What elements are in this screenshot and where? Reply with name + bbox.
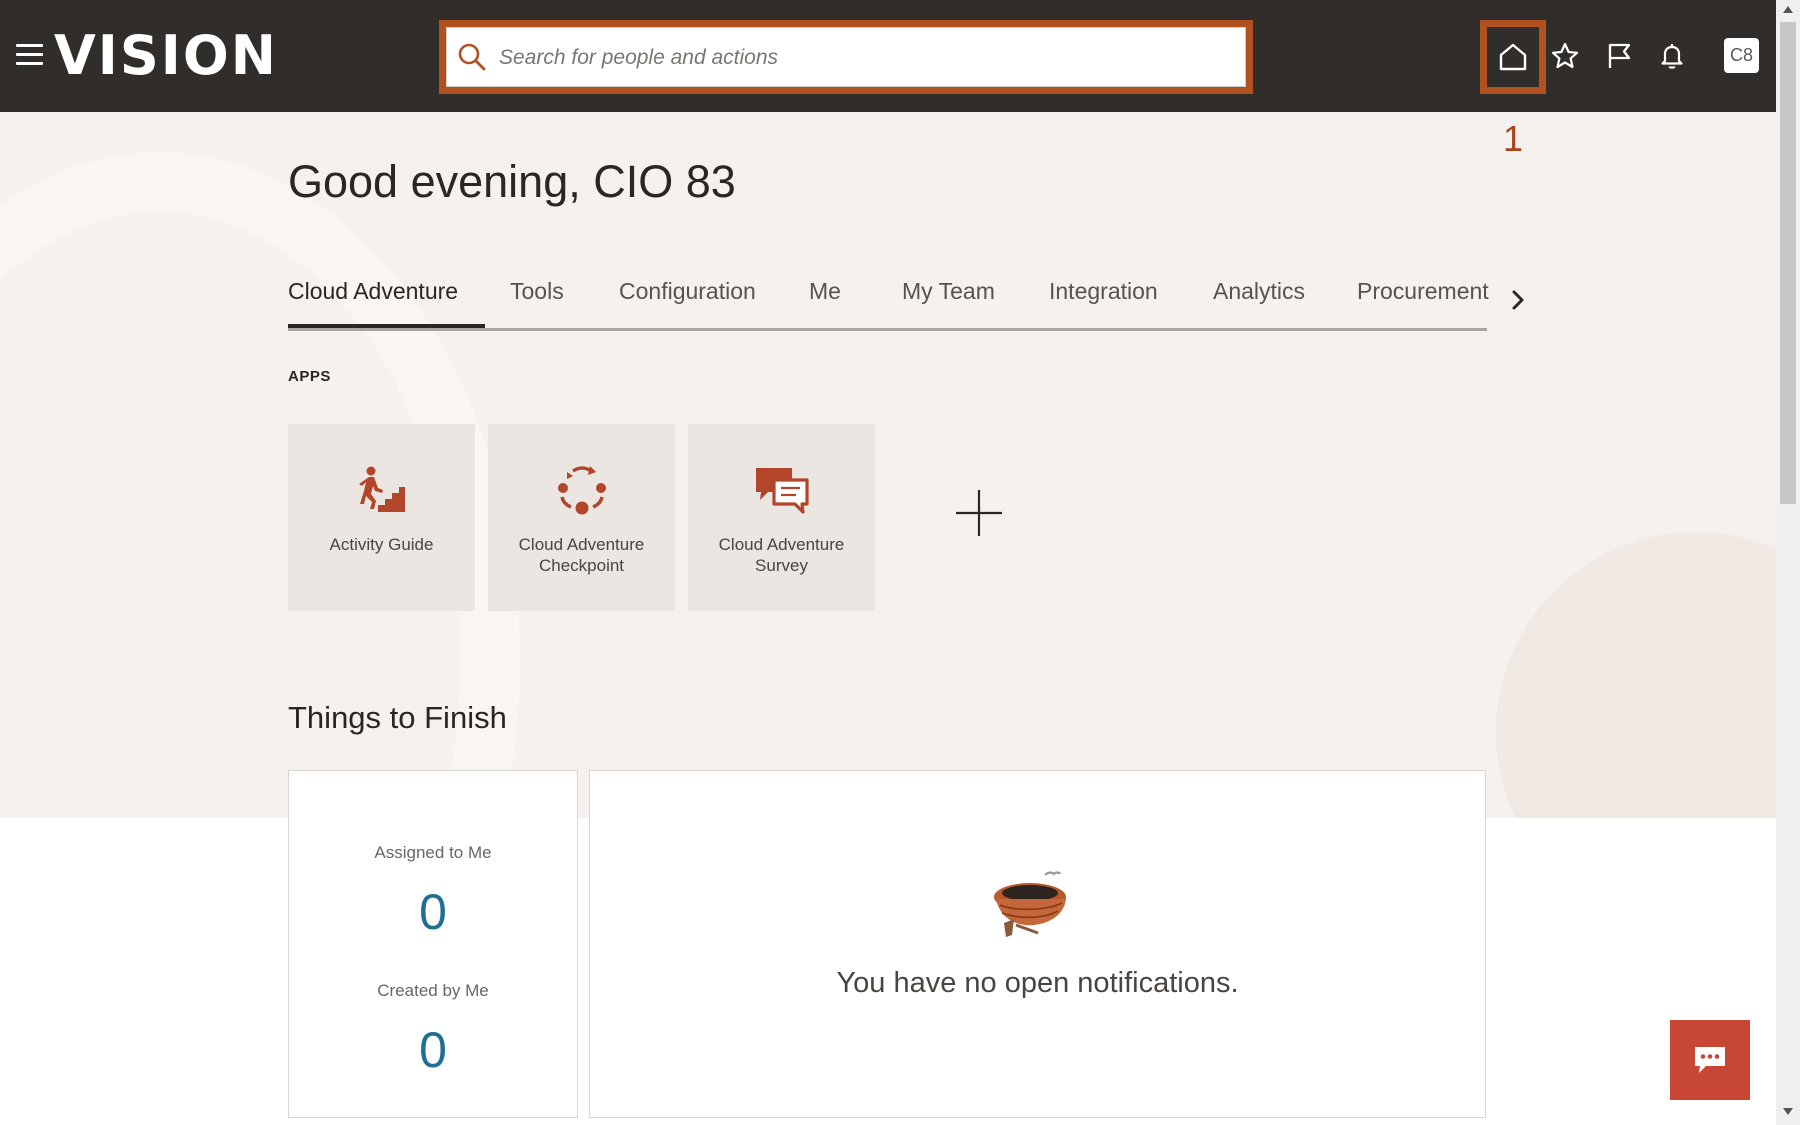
chat-icon: [1695, 1047, 1725, 1073]
top-bar: VISION C8: [0, 0, 1776, 112]
app-tile-cloud-adventure-survey[interactable]: Cloud Adventure Survey: [688, 424, 875, 611]
app-tile-cloud-adventure-checkpoint[interactable]: Cloud Adventure Checkpoint: [488, 424, 675, 611]
tab-me[interactable]: Me: [809, 278, 841, 305]
search-input[interactable]: [497, 28, 1241, 88]
search-box[interactable]: [446, 27, 1246, 88]
search-icon: [458, 43, 486, 71]
search-highlight-frame: [439, 20, 1253, 94]
tab-my-team[interactable]: My Team: [902, 278, 995, 305]
tab-analytics[interactable]: Analytics: [1213, 278, 1305, 305]
task-counts-card: Assigned to Me 0 Created by Me 0: [288, 770, 578, 1118]
tab-procurement[interactable]: Procurement: [1357, 278, 1489, 305]
plus-icon: [956, 490, 1002, 536]
home-button[interactable]: [1487, 27, 1539, 87]
active-tab-indicator: [288, 324, 485, 328]
user-avatar[interactable]: C8: [1724, 38, 1759, 73]
scroll-up-arrow-icon[interactable]: [1783, 6, 1793, 13]
tab-integration[interactable]: Integration: [1049, 278, 1158, 305]
empty-notifications-message: You have no open notifications.: [836, 967, 1239, 999]
stairs-walker-icon: [358, 466, 405, 512]
flag-icon: [1608, 43, 1631, 68]
chevron-right-icon: [1512, 290, 1524, 310]
app-tile-activity-guide[interactable]: Activity Guide: [288, 424, 475, 611]
star-icon: [1551, 42, 1579, 69]
app-label: Cloud Adventure Checkpoint: [518, 535, 645, 575]
vision-logo[interactable]: VISION: [54, 24, 278, 88]
page-scrollbar[interactable]: [1776, 0, 1800, 1125]
chat-bubbles-icon: [755, 468, 809, 514]
add-app-button[interactable]: [950, 484, 1008, 542]
things-to-finish-heading: Things to Finish: [288, 700, 507, 735]
callout-number: 1: [1503, 118, 1524, 159]
created-by-me-label: Created by Me: [377, 981, 489, 1000]
springboard-tabs: Cloud Adventure Tools Configuration Me M…: [288, 270, 1489, 331]
hero-background: [0, 112, 1776, 818]
favorites-button[interactable]: [1547, 38, 1583, 74]
assigned-to-me-count[interactable]: 0: [289, 883, 577, 941]
home-icon: [1499, 43, 1527, 71]
chat-button[interactable]: [1670, 1020, 1750, 1100]
cycle-icon: [557, 466, 606, 515]
notifications-card: You have no open notifications.: [589, 770, 1486, 1118]
tabs-next-button[interactable]: [1504, 286, 1532, 314]
empty-nest-icon: [994, 871, 1066, 937]
watchlist-button[interactable]: [1601, 38, 1637, 74]
tab-cloud-adventure[interactable]: Cloud Adventure: [288, 278, 458, 305]
scrollbar-thumb[interactable]: [1780, 22, 1796, 504]
scroll-down-arrow-icon[interactable]: [1783, 1108, 1793, 1115]
tab-configuration[interactable]: Configuration: [619, 278, 756, 305]
bell-icon: [1661, 44, 1683, 69]
app-label: Cloud Adventure Survey: [718, 535, 845, 575]
notifications-button[interactable]: [1654, 38, 1690, 74]
assigned-to-me-label: Assigned to Me: [374, 843, 492, 862]
hamburger-menu-icon[interactable]: [16, 44, 43, 66]
home-highlight-frame: [1480, 20, 1546, 94]
app-label: Activity Guide: [329, 535, 434, 554]
greeting-heading: Good evening, CIO 83: [288, 156, 736, 207]
tab-tools[interactable]: Tools: [510, 278, 564, 305]
apps-section-label: APPS: [288, 368, 331, 385]
created-by-me-count[interactable]: 0: [289, 1021, 577, 1079]
